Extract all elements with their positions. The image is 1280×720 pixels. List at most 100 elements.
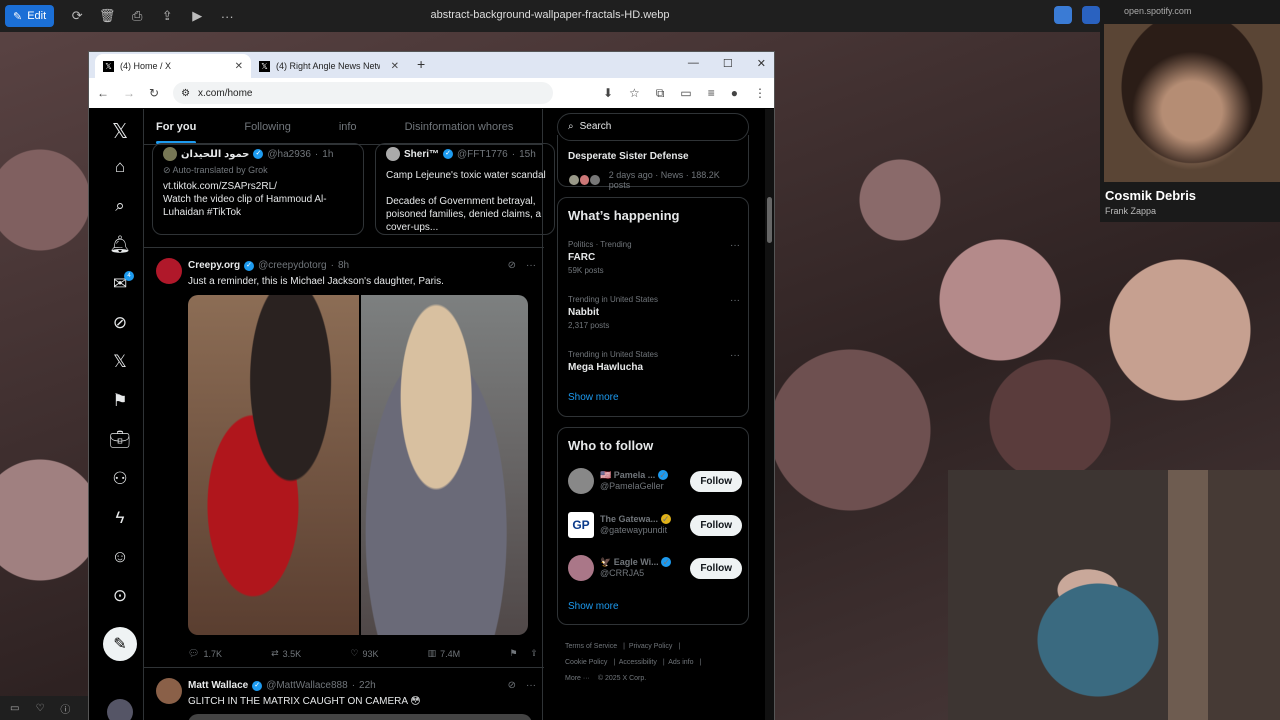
print-icon[interactable]: ⎙ — [122, 8, 152, 24]
more-icon[interactable]: ··· — [212, 9, 242, 24]
slideshow-icon[interactable]: ▶ — [182, 8, 212, 24]
info-icon[interactable]: ⓘ — [60, 701, 70, 716]
media-image-left[interactable] — [188, 295, 359, 635]
trend-item[interactable]: Trending in United States Mega Hawlucha … — [568, 350, 740, 376]
menu-icon[interactable]: ⋮ — [754, 86, 766, 101]
views-button[interactable]: ▥ 7.4M — [428, 648, 461, 659]
who-to-follow: Who to follow 🇺🇸 Pamela ... ✓ @PamelaGell… — [557, 427, 749, 625]
media-image-right[interactable] — [361, 295, 528, 635]
follow-button[interactable]: Follow — [690, 557, 742, 579]
more-options-icon[interactable]: ··· — [730, 295, 740, 306]
profile-avatar-icon[interactable]: ● — [731, 86, 738, 101]
follow-suggestion[interactable]: GP The Gatewa... ✓ @gatewaypundit Follow — [568, 509, 742, 541]
avatar[interactable] — [156, 678, 182, 704]
like-button[interactable]: ♡ 93K — [350, 648, 378, 659]
premium-x-icon[interactable]: 𝕏 — [108, 352, 132, 374]
minimize-icon[interactable]: — — [688, 57, 699, 70]
follow-suggestion[interactable]: 🇺🇸 Pamela ... ✓ @PamelaGeller Follow — [568, 465, 742, 497]
share-icon[interactable]: ⇪ — [530, 648, 538, 659]
more-circle-icon[interactable]: ⊙ — [108, 586, 132, 608]
profile-icon[interactable]: ☺ — [108, 547, 132, 569]
close-window-icon[interactable]: ✕ — [757, 57, 766, 70]
tweet[interactable]: Creepy.org ✓ @creepydotorg · 8h ⊘ ··· Jus… — [144, 247, 544, 667]
edit-icon: ✎ — [13, 10, 23, 23]
follow-button[interactable]: Follow — [690, 514, 742, 536]
tweet-media[interactable] — [188, 295, 528, 635]
explore-search-icon[interactable]: ⌕ — [108, 196, 132, 218]
rotate-icon[interactable]: ⟳ — [62, 8, 92, 24]
track-title[interactable]: Cosmik Debris — [1105, 188, 1196, 203]
trend-item[interactable]: Politics · Trending FARC 59K posts ··· — [568, 240, 740, 275]
communities-icon[interactable]: ⚇ — [108, 469, 132, 491]
show-more-link[interactable]: Show more — [568, 392, 619, 403]
tab-right-angle-news[interactable]: 𝕏 (4) Right Angle News Network ✕ — [251, 54, 407, 78]
extensions-icon[interactable]: ⧉ — [656, 86, 665, 101]
messages-icon[interactable]: ✉ 4 — [108, 271, 134, 296]
close-tab-icon[interactable]: ✕ — [391, 61, 399, 72]
edit-button[interactable]: ✎ Edit — [5, 5, 55, 27]
page-scrollbar[interactable] — [765, 109, 774, 720]
back-icon[interactable]: ← — [97, 86, 109, 100]
verified-orgs-icon[interactable]: ϟ — [108, 508, 132, 530]
scroll-thumb[interactable] — [767, 197, 772, 243]
account-avatar[interactable] — [107, 699, 133, 720]
repost-button[interactable]: ⇄ 3.5K — [271, 648, 301, 659]
more-options-icon[interactable]: ··· — [730, 240, 740, 251]
delete-icon[interactable]: 🗑 — [92, 8, 122, 24]
tab-for-you[interactable]: For you — [144, 109, 208, 144]
home-icon[interactable]: ⌂ — [108, 157, 132, 179]
track-artist[interactable]: Frank Zappa — [1105, 206, 1156, 216]
tweet-media[interactable] — [188, 714, 532, 720]
maximize-icon[interactable]: ☐ — [723, 57, 733, 70]
filmstrip-icon[interactable]: ▭ — [10, 703, 19, 714]
bookmark-star-icon[interactable]: ☆ — [629, 86, 640, 101]
grok-icon[interactable]: ⊘ — [108, 313, 132, 335]
reply-button[interactable]: 💬︎ 1.7K — [188, 648, 222, 659]
more-options-icon[interactable]: ··· — [730, 350, 740, 361]
forward-icon[interactable]: → — [123, 86, 135, 100]
site-info-icon[interactable]: ⚙ — [181, 88, 190, 99]
grok-icon[interactable]: ⊘ — [508, 680, 516, 691]
sidepanel-icon[interactable]: ▭ — [680, 86, 691, 101]
follow-button[interactable]: Follow — [690, 470, 742, 492]
tweet-text: Just a reminder, this is Michael Jackson… — [188, 276, 444, 287]
quote-card[interactable]: حمود اللحيدان ✓ @ha2936 · 1h ⊘ Auto-tran… — [152, 143, 364, 235]
more-options-icon[interactable]: ··· — [526, 260, 536, 271]
new-tab-button[interactable]: + — [407, 56, 435, 78]
trend-item[interactable]: Trending in United States Nabbit 2,317 p… — [568, 295, 740, 330]
copilot-icon[interactable] — [1054, 6, 1072, 24]
address-bar[interactable]: ⚙ x.com/home — [173, 82, 554, 104]
jobs-briefcase-icon[interactable]: 💼︎ — [108, 430, 132, 452]
tab-disinformation[interactable]: Disinformation whores — [369, 109, 526, 144]
spotify-url: open.spotify.com — [1124, 6, 1192, 16]
x-logo-icon[interactable]: 𝕏 — [108, 119, 132, 143]
follow-suggestion[interactable]: 🦅 Eagle Wi... ✓ @CRRJA5 Follow — [568, 552, 742, 584]
tab-home-x[interactable]: 𝕏 (4) Home / X ✕ — [95, 54, 251, 78]
quote-card[interactable]: Sheri™ ✓ @FFT1776 · 15h Camp Lejeune's t… — [375, 143, 555, 235]
tab-info[interactable]: info — [303, 109, 369, 144]
bookmark-icon[interactable]: ⚑ — [509, 648, 517, 659]
avatar[interactable] — [156, 258, 182, 284]
reload-icon[interactable]: ↻ — [149, 86, 159, 100]
favorite-heart-icon[interactable]: ♡ — [35, 703, 44, 714]
more-options-icon[interactable]: ··· — [526, 680, 536, 691]
tweet[interactable]: Matt Wallace ✓ @MattWallace888 · 22h ⊘ ··… — [144, 667, 544, 720]
show-more-link[interactable]: Show more — [568, 601, 619, 612]
bookmarks-icon[interactable]: ⚑ — [108, 391, 132, 413]
viewer-bottom-bar: ▭ ♡ ⓘ — [0, 696, 88, 720]
tab-following[interactable]: Following — [208, 109, 302, 144]
avatar — [163, 147, 177, 161]
grok-icon[interactable]: ⊘ — [508, 260, 516, 271]
messages-badge: 4 — [124, 271, 134, 281]
close-tab-icon[interactable]: ✕ — [235, 61, 243, 72]
compose-post-button[interactable]: ✎ — [103, 627, 137, 661]
tab-strip: 𝕏 (4) Home / X ✕ 𝕏 (4) Right Angle News … — [89, 52, 774, 78]
trend-top-card[interactable]: Desperate Sister Defense 2 days ago · Ne… — [557, 135, 749, 190]
editor-icon[interactable] — [1082, 6, 1100, 24]
search-icon: ⌕ — [568, 121, 574, 132]
install-app-icon[interactable]: ⬇ — [603, 86, 613, 101]
share-icon[interactable]: ⇪ — [152, 8, 182, 24]
notifications-bell-icon[interactable]: 🔔︎ — [108, 235, 132, 257]
verified-icon: ✓ — [244, 260, 255, 271]
media-icon[interactable]: ≡ — [708, 86, 715, 101]
